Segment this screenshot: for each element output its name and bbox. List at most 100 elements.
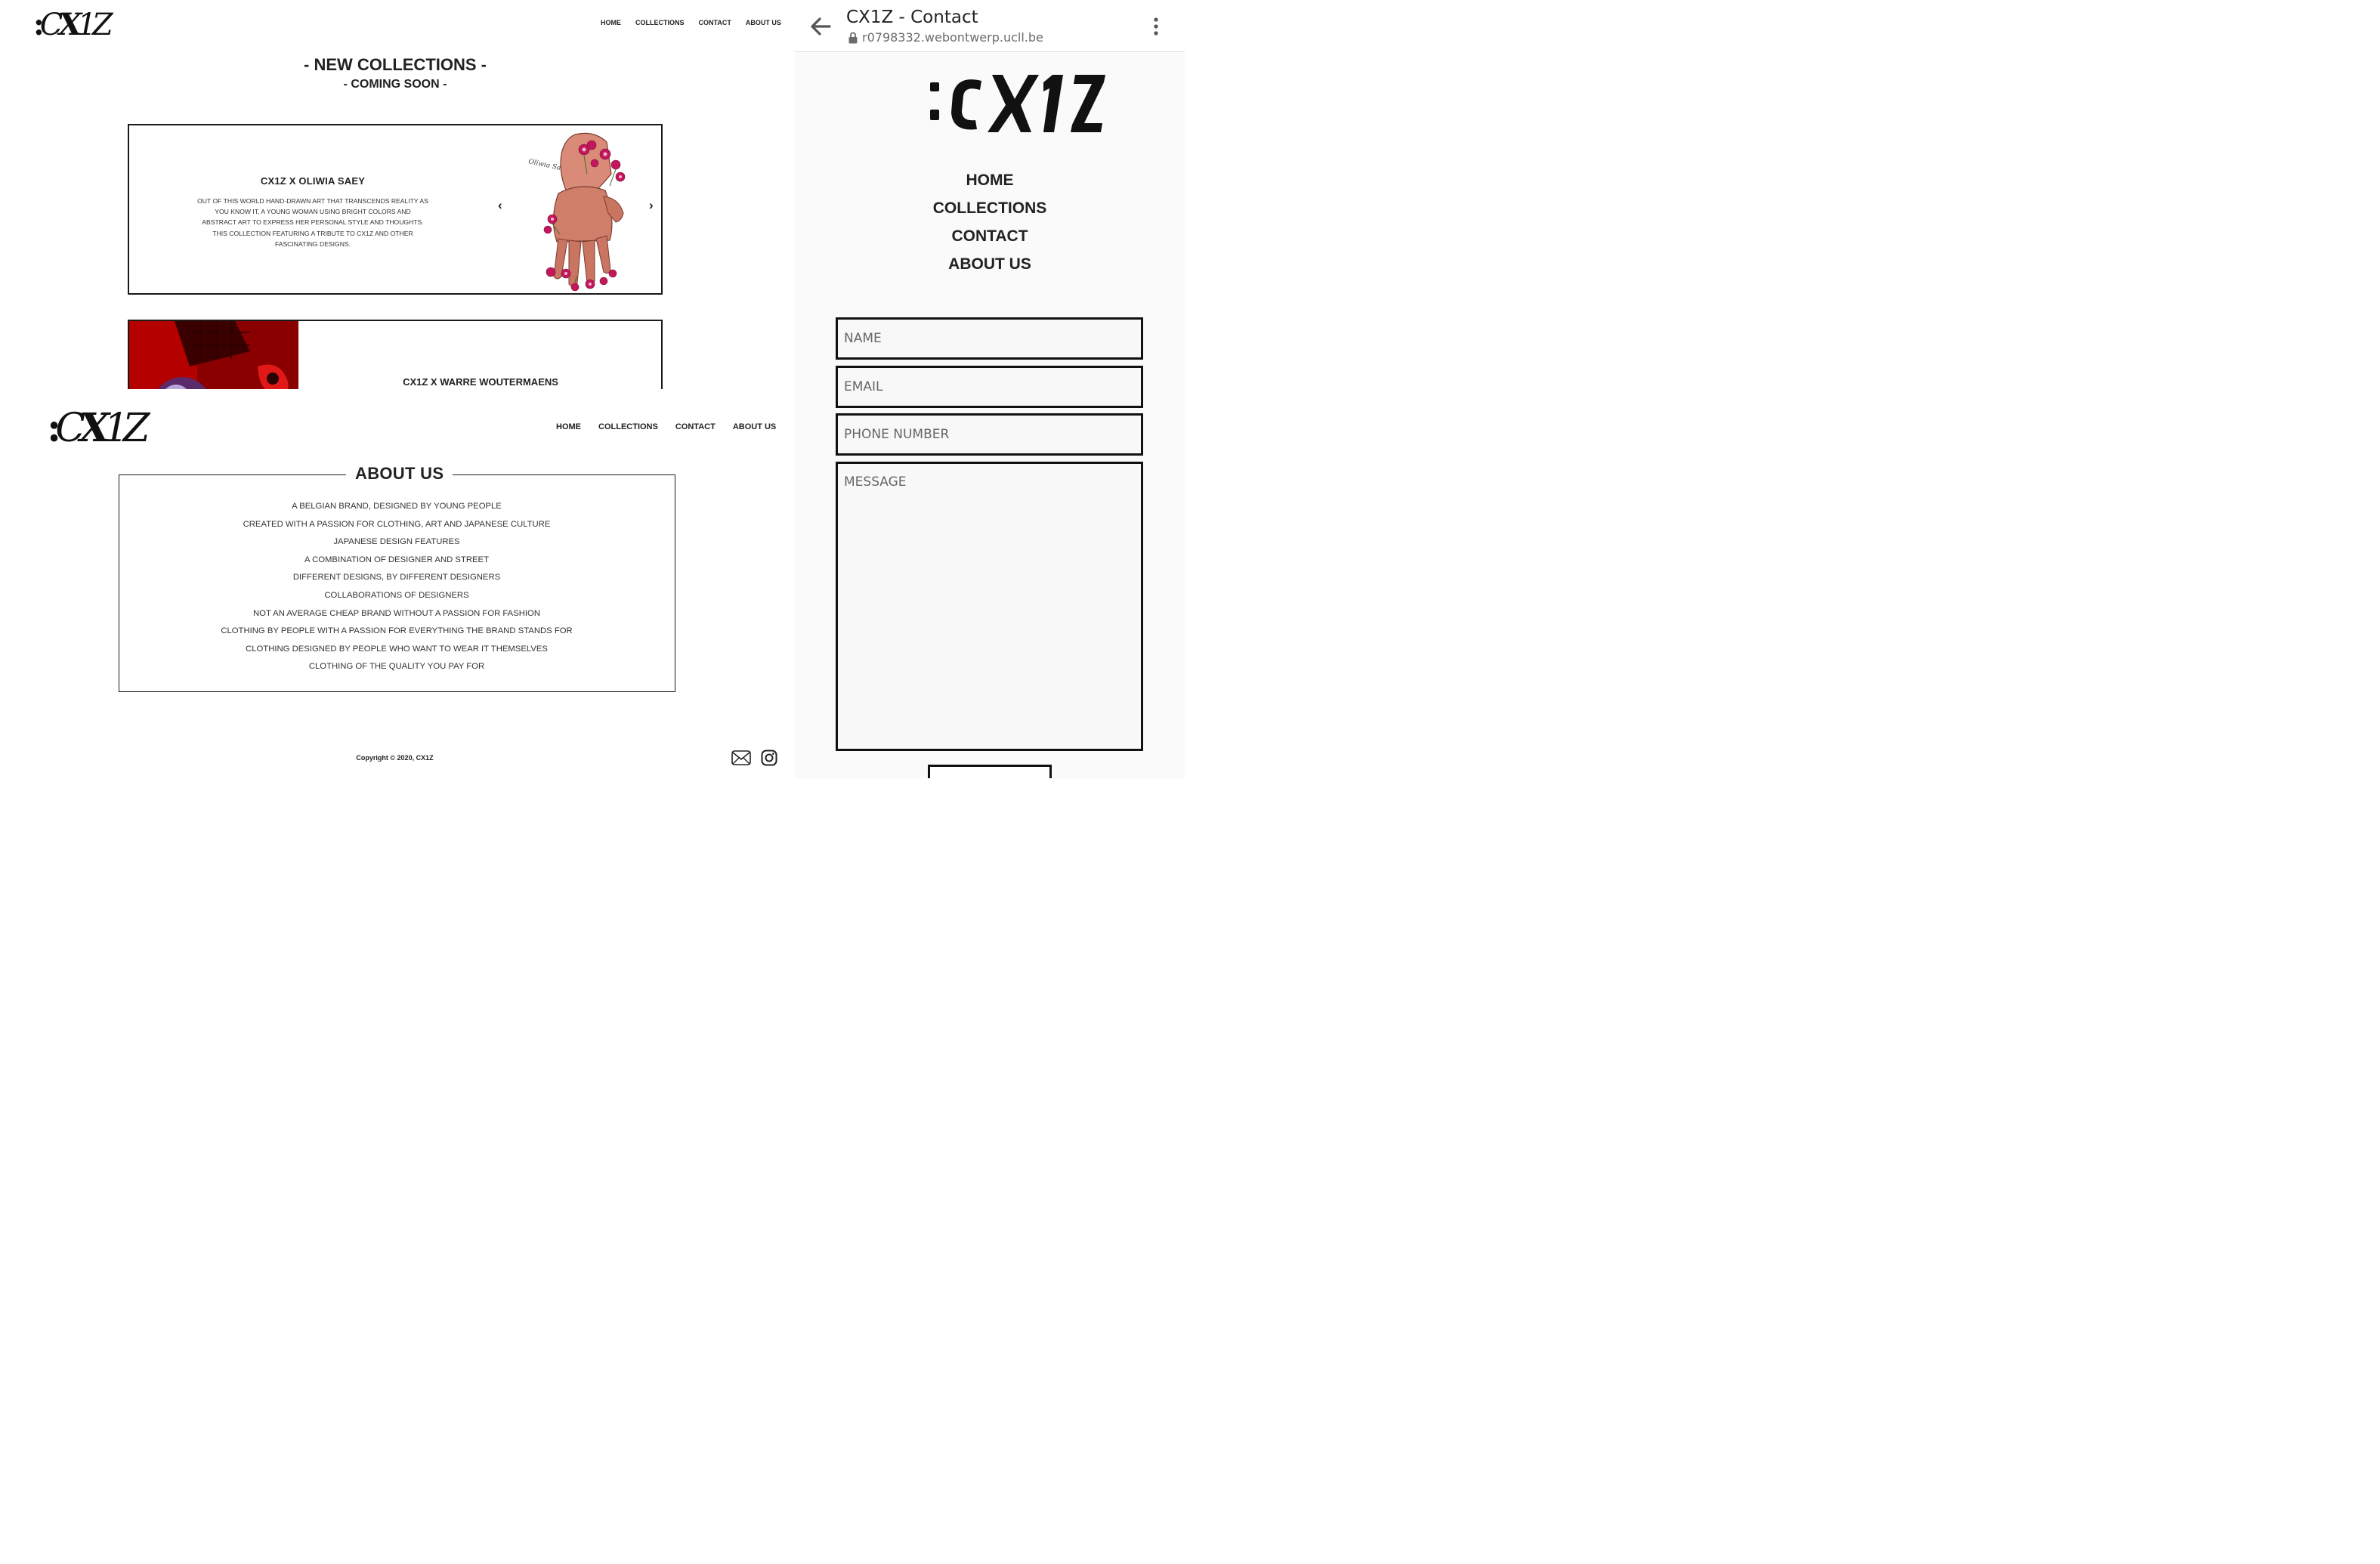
nav-collections[interactable]: COLLECTIONS xyxy=(598,422,658,431)
carousel-next-icon[interactable]: › xyxy=(649,198,654,213)
about-line: CLOTHING OF THE QUALITY YOU PAY FOR xyxy=(308,662,485,672)
nav-contact[interactable]: CONTACT xyxy=(675,422,716,431)
nav-about-us[interactable]: ABOUT US xyxy=(795,252,1185,280)
main-nav: HOME COLLECTIONS CONTACT ABOUT US xyxy=(556,422,776,431)
about-line: CLOTHING DESIGNED BY PEOPLE WHO WANT TO … xyxy=(246,644,548,654)
lock-icon xyxy=(848,32,858,43)
copyright-text: Copyright © 2020, CX1Z xyxy=(356,754,434,762)
email-input[interactable] xyxy=(836,366,1143,408)
flower xyxy=(610,159,621,170)
brand-logo[interactable]: : C X 1Z xyxy=(47,400,150,451)
nav-collections[interactable]: COLLECTIONS xyxy=(795,196,1185,224)
logo-letter-c: C xyxy=(55,406,85,451)
card-text-block: CX1Z X OLIWIA SAEY OUT OF THIS WORLD HAN… xyxy=(197,175,428,249)
about-box: ABOUT US A BELGIAN BRAND, DESIGNED BY YO… xyxy=(119,464,675,692)
submit-button[interactable] xyxy=(928,765,1052,778)
nav-about-us[interactable]: ABOUT US xyxy=(733,422,776,431)
highlight xyxy=(589,283,592,286)
logo-letter-x: X xyxy=(79,405,110,451)
browser-url-row[interactable]: r0798332.webontwerp.ucll.be xyxy=(848,30,1043,45)
arm-shape xyxy=(560,132,612,194)
highlight xyxy=(603,152,607,156)
about-title: ABOUT US xyxy=(346,464,453,484)
logo-colon-bottom xyxy=(930,110,939,120)
mail-flap xyxy=(732,752,750,761)
flower xyxy=(543,225,552,234)
browser-top-bar: CX1Z - Contact r0798332.webontwerp.ucll.… xyxy=(795,0,1185,52)
brand-logo[interactable] xyxy=(927,72,1108,135)
lock-shackle xyxy=(850,32,856,37)
name-input[interactable] xyxy=(836,317,1143,360)
highlight xyxy=(551,218,554,221)
collection-card-warre: CX1Z X WARRE WOUTERMAENS xyxy=(128,320,663,389)
about-line: CLOTHING BY PEOPLE WITH A PASSION FOR EV… xyxy=(221,626,573,636)
about-line: COLLABORATIONS OF DESIGNERS xyxy=(324,590,469,600)
hand-drawn-artwork-image: Oliwia Saey xyxy=(527,132,626,292)
card-description: OUT OF THIS WORLD HAND-DRAWN ART THAT TR… xyxy=(197,197,428,248)
nav-home[interactable]: HOME xyxy=(601,19,621,26)
logo-letter-1 xyxy=(1043,75,1063,132)
about-text: A BELGIAN BRAND, DESIGNED BY YOUNG PEOPL… xyxy=(119,498,674,676)
flower xyxy=(570,283,580,292)
logo-colon: : xyxy=(47,405,61,451)
kebab-dot xyxy=(1154,17,1158,22)
card-title: CX1Z X OLIWIA SAEY xyxy=(260,175,366,187)
flower xyxy=(586,140,597,150)
about-line: A BELGIAN BRAND, DESIGNED BY YOUNG PEOPL… xyxy=(292,502,502,511)
collections-page-screenshot: : C X 1Z HOME COLLECTIONS CONTACT ABOUT US … xyxy=(0,0,793,389)
mobile-contact-screenshot: CX1Z - Contact r0798332.webontwerp.ucll.… xyxy=(795,0,1185,778)
card-title: CX1Z X WARRE WOUTERMAENS xyxy=(403,376,558,388)
highlight xyxy=(564,272,567,275)
nav-home[interactable]: HOME xyxy=(795,168,1185,196)
logo-colon-top xyxy=(930,82,939,91)
browser-url: r0798332.webontwerp.ucll.be xyxy=(862,30,1043,45)
flower xyxy=(599,277,608,286)
logo-letter-c: C xyxy=(39,8,63,42)
nav-collections[interactable]: COLLECTIONS xyxy=(635,19,685,26)
phone-number-input[interactable] xyxy=(836,413,1143,456)
instagram-lens xyxy=(765,753,774,762)
page-heading: - NEW COLLECTIONS - xyxy=(304,55,487,74)
about-page-screenshot: : C X 1Z HOME COLLECTIONS CONTACT ABOUT US … xyxy=(0,389,793,778)
mobile-nav: HOME COLLECTIONS CONTACT ABOUT US xyxy=(795,168,1185,280)
flower xyxy=(590,159,599,168)
palm-shape xyxy=(552,186,613,243)
finger-4 xyxy=(595,235,611,274)
back-arrow-path xyxy=(811,17,831,36)
flower xyxy=(546,267,556,277)
highlight xyxy=(582,147,586,152)
instagram-outline xyxy=(761,750,777,766)
nav-about-us[interactable]: ABOUT US xyxy=(746,19,781,26)
message-textarea[interactable] xyxy=(836,462,1143,751)
about-line: NOT AN AVERAGE CHEAP BRAND WITHOUT A PAS… xyxy=(253,608,540,618)
carousel-prev-icon[interactable]: ‹ xyxy=(498,198,502,213)
logo-colon: : xyxy=(33,7,45,42)
about-line: CREATED WITH A PASSION FOR CLOTHING, ART… xyxy=(243,519,551,529)
nav-home[interactable]: HOME xyxy=(556,422,581,431)
photo-blob-dot xyxy=(267,372,279,385)
more-vertical-icon[interactable] xyxy=(1151,17,1161,36)
nav-contact[interactable]: CONTACT xyxy=(699,19,731,26)
main-nav: HOME COLLECTIONS CONTACT ABOUT US xyxy=(601,19,781,26)
logo-letter-z: 1Z xyxy=(77,8,113,42)
instagram-icon[interactable] xyxy=(761,750,777,766)
back-arrow-icon[interactable] xyxy=(810,17,831,36)
kebab-dot xyxy=(1154,24,1158,29)
highlight xyxy=(619,175,622,178)
collection-card-oliwia: CX1Z X OLIWIA SAEY OUT OF THIS WORLD HAN… xyxy=(128,124,663,295)
logo-letter-x: X xyxy=(58,7,82,42)
finger-2 xyxy=(568,240,582,287)
about-line: A COMBINATION OF DESIGNER AND STREET xyxy=(304,555,489,564)
about-line: DIFFERENT DESIGNS, BY DIFFERENT DESIGNER… xyxy=(292,573,501,583)
nav-contact[interactable]: CONTACT xyxy=(795,224,1185,252)
page-subheading: - COMING SOON - xyxy=(343,78,447,91)
kebab-dot xyxy=(1154,31,1158,36)
logo-letter-z: 1Z xyxy=(104,406,150,451)
browser-page-title: CX1Z - Contact xyxy=(846,8,978,27)
lock-body xyxy=(848,36,858,43)
mail-icon[interactable] xyxy=(731,750,751,765)
logo-letter-z xyxy=(1071,75,1105,132)
brand-logo[interactable]: : C X 1Z xyxy=(33,3,113,42)
logo-letter-x xyxy=(988,75,1039,132)
finger-3 xyxy=(582,240,595,285)
